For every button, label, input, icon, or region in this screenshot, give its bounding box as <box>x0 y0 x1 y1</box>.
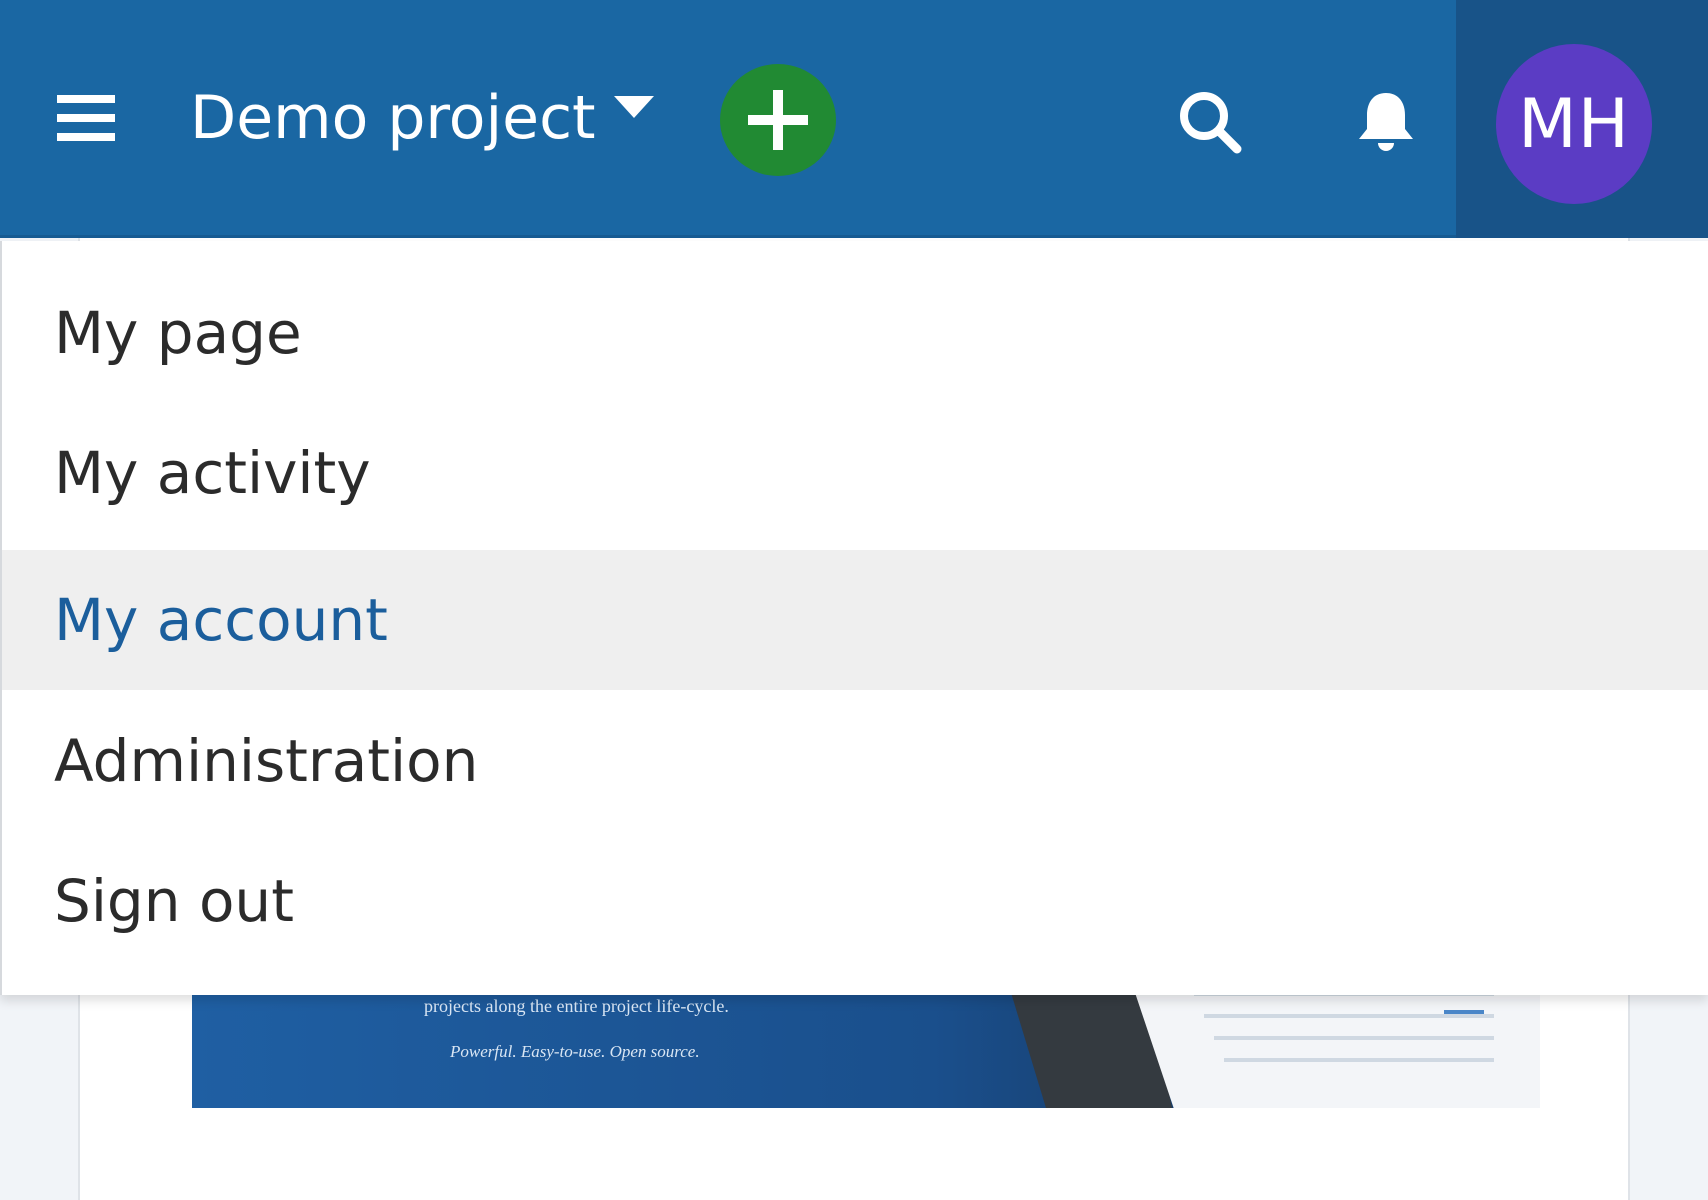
user-initials: MH <box>1518 84 1630 164</box>
menu-item-my-activity[interactable]: My activity <box>2 403 1708 543</box>
main-menu-toggle[interactable] <box>50 88 122 148</box>
banner-slogan: Powerful. Easy-to-use. Open source. <box>450 1042 700 1061</box>
menu-item-my-account[interactable]: My account <box>2 550 1708 690</box>
user-dropdown-menu: My page My activity My account Administr… <box>0 241 1708 995</box>
screenshot-row <box>1214 1036 1494 1040</box>
menu-item-administration[interactable]: Administration <box>2 691 1708 831</box>
menu-item-label: Administration <box>54 727 479 795</box>
project-name: Demo project <box>190 83 596 153</box>
bell-icon <box>1359 93 1413 151</box>
project-selector[interactable]: Demo project <box>190 76 654 160</box>
menu-item-label: My page <box>54 299 302 367</box>
search-button[interactable] <box>1172 84 1248 160</box>
menu-item-label: Sign out <box>54 867 294 935</box>
search-icon <box>1180 92 1242 154</box>
create-new-button[interactable] <box>720 64 836 176</box>
menu-item-sign-out[interactable]: Sign out <box>2 831 1708 971</box>
screenshot-row <box>1204 1014 1494 1018</box>
notifications-button[interactable] <box>1346 82 1426 162</box>
caret-down-icon <box>613 96 654 118</box>
hamburger-icon <box>57 95 115 141</box>
banner-tagline: projects along the entire project life-c… <box>424 996 729 1016</box>
top-header: Demo project MH <box>0 0 1708 238</box>
menu-item-label: My activity <box>54 439 371 507</box>
user-menu-toggle-area[interactable]: MH <box>1456 0 1708 238</box>
menu-item-my-page[interactable]: My page <box>2 263 1708 403</box>
screenshot-gantt-bar <box>1444 1010 1484 1014</box>
screenshot-row <box>1224 1058 1494 1062</box>
user-avatar[interactable]: MH <box>1496 44 1652 204</box>
menu-item-label: My account <box>54 586 388 654</box>
plus-icon <box>748 90 808 150</box>
